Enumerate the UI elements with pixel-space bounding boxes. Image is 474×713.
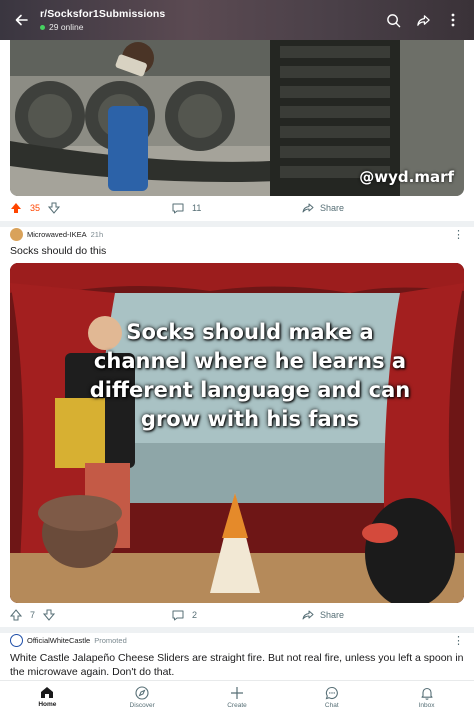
bottom-navigation: Home Discover Create Chat Inbox: [0, 680, 474, 713]
home-icon: [41, 687, 54, 698]
online-dot-icon: [40, 24, 45, 30]
post-time: 21h: [90, 230, 104, 239]
vote-group: 35: [10, 202, 61, 214]
nav-chat[interactable]: Chat: [284, 681, 379, 713]
nav-home[interactable]: Home: [0, 681, 95, 713]
bell-icon: [421, 687, 433, 700]
upvote-icon[interactable]: [10, 202, 22, 214]
avatar[interactable]: [10, 634, 23, 647]
share-icon: [302, 610, 314, 619]
nav-inbox[interactable]: Inbox: [379, 681, 474, 713]
more-vertical-icon: [451, 13, 455, 27]
post-meta: OfficialWhiteCastle Promoted: [10, 634, 127, 647]
post-image[interactable]: Socks should make a channel where he lea…: [10, 263, 464, 603]
share-icon: [302, 203, 314, 212]
comments-button[interactable]: 11: [172, 203, 201, 214]
comment-count: 11: [192, 203, 202, 213]
watermark-text: @wyd.marf: [359, 168, 454, 186]
promoted-label: Promoted: [94, 636, 127, 645]
post-meta: Microwaved-IKEA 21h: [10, 228, 103, 241]
post-divider: [0, 221, 474, 227]
comment-icon: [172, 610, 184, 620]
plus-icon: [230, 686, 243, 699]
header-actions: [378, 0, 468, 40]
post-more-icon[interactable]: ⋮: [453, 634, 464, 647]
post-action-bar: 35 11 Share: [0, 195, 474, 221]
nav-inbox-label: Inbox: [418, 701, 435, 709]
online-count: 29 online: [40, 22, 165, 32]
share-arrow-icon: [416, 14, 430, 26]
share-button[interactable]: Share: [302, 203, 344, 214]
post-image[interactable]: @wyd.marf: [10, 36, 464, 196]
share-label: Share: [320, 610, 345, 620]
comment-count: 2: [192, 610, 198, 620]
nav-home-label: Home: [38, 701, 57, 708]
vote-count: 7: [30, 610, 36, 620]
vote-count: 35: [30, 203, 41, 213]
comments-button[interactable]: 2: [172, 610, 197, 621]
chat-icon: [325, 686, 338, 699]
post-title[interactable]: Socks should do this: [10, 245, 106, 257]
post-divider: [0, 627, 474, 633]
compass-icon: [135, 685, 149, 700]
header-titles: r/Socksfor1Submissions 29 online: [40, 8, 165, 32]
subreddit-name[interactable]: r/Socksfor1Submissions: [40, 8, 165, 20]
nav-discover-label: Discover: [129, 701, 155, 709]
back-arrow-icon: [15, 14, 28, 26]
comment-icon: [172, 203, 184, 213]
meme-caption: Socks should make a channel where he lea…: [89, 320, 411, 431]
post-title[interactable]: White Castle Jalapeño Cheese Sliders are…: [10, 652, 466, 679]
nav-discover[interactable]: Discover: [95, 681, 190, 713]
online-label: 29 online: [49, 22, 84, 32]
share-button[interactable]: Share: [302, 610, 344, 621]
search-button[interactable]: [378, 0, 408, 40]
nav-create-label: Create: [227, 701, 247, 709]
downvote-icon[interactable]: [43, 609, 56, 621]
downvote-icon[interactable]: [48, 202, 61, 214]
post-action-bar: 7 2 Share: [0, 602, 474, 628]
username[interactable]: Microwaved-IKEA: [27, 230, 87, 239]
avatar[interactable]: [10, 228, 23, 241]
search-icon: [386, 13, 400, 27]
share-subreddit-button[interactable]: [408, 0, 438, 40]
nav-chat-label: Chat: [324, 701, 339, 709]
vote-group: 7: [10, 609, 56, 621]
subreddit-header: r/Socksfor1Submissions 29 online: [0, 0, 474, 40]
back-button[interactable]: [4, 0, 40, 40]
more-options-button[interactable]: [438, 0, 468, 40]
username[interactable]: OfficialWhiteCastle: [27, 636, 90, 645]
nav-create[interactable]: Create: [190, 681, 285, 713]
share-label: Share: [320, 203, 345, 213]
upvote-icon[interactable]: [10, 609, 22, 621]
post-more-icon[interactable]: ⋮: [453, 228, 464, 241]
